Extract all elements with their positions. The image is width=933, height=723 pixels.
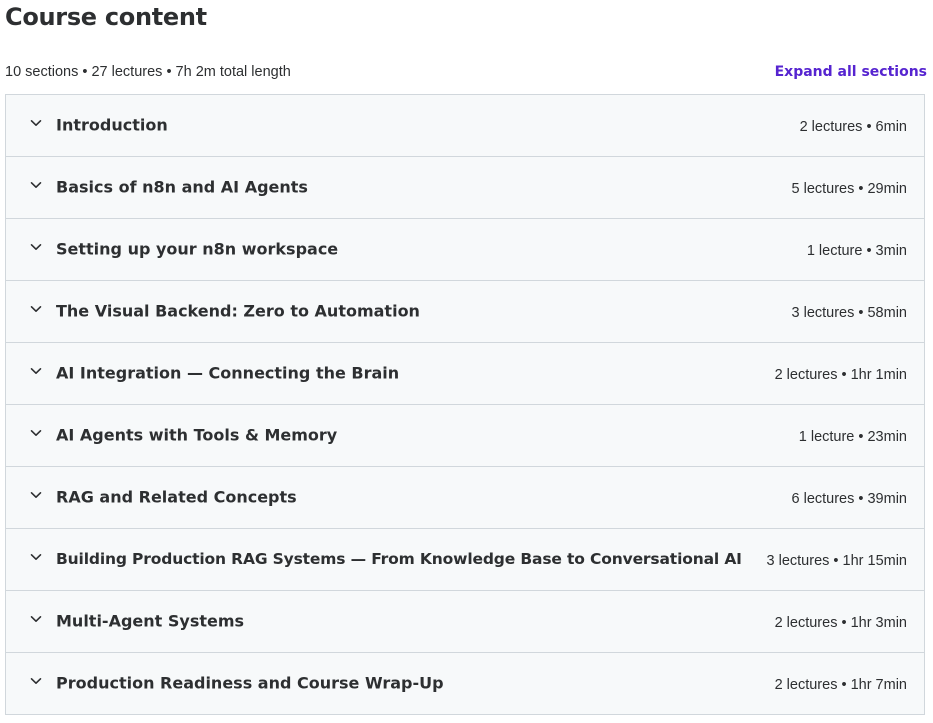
section-meta: 2 lectures • 1hr 3min [774, 614, 907, 631]
section-row[interactable]: Multi-Agent Systems 2 lectures • 1hr 3mi… [6, 591, 924, 653]
section-title: Multi-Agent Systems [56, 611, 245, 631]
expand-all-sections-button[interactable]: Expand all sections [775, 64, 927, 80]
section-title: Building Production RAG Systems — From K… [56, 549, 742, 568]
section-meta: 2 lectures • 6min [799, 118, 907, 135]
page-title: Course content [5, 3, 207, 31]
section-row[interactable]: The Visual Backend: Zero to Automation 3… [6, 281, 924, 343]
section-meta: 6 lectures • 39min [791, 490, 908, 507]
section-meta: 1 lecture • 3min [806, 242, 907, 259]
section-row[interactable]: AI Agents with Tools & Memory 1 lecture … [6, 405, 924, 467]
chevron-down-icon [30, 675, 42, 687]
section-row[interactable]: AI Integration — Connecting the Brain 2 … [6, 343, 924, 405]
summary-row: 10 sections • 27 lectures • 7h 2m total … [5, 62, 927, 82]
section-row[interactable]: Setting up your n8n workspace 1 lecture … [6, 219, 924, 281]
section-meta: 3 lectures • 58min [791, 304, 908, 321]
section-title: Basics of n8n and AI Agents [56, 177, 308, 197]
chevron-down-icon [30, 613, 42, 625]
chevron-down-icon [30, 365, 42, 377]
section-meta: 2 lectures • 1hr 7min [774, 676, 907, 693]
section-meta: 3 lectures • 1hr 15min [766, 552, 907, 569]
section-row[interactable]: Production Readiness and Course Wrap-Up … [6, 653, 924, 715]
section-meta: 1 lecture • 23min [798, 428, 907, 445]
section-row[interactable]: Basics of n8n and AI Agents 5 lectures •… [6, 157, 924, 219]
section-title: Introduction [56, 115, 168, 135]
section-row[interactable]: Building Production RAG Systems — From K… [6, 529, 924, 591]
chevron-down-icon [30, 551, 42, 563]
section-title: RAG and Related Concepts [56, 487, 297, 507]
chevron-down-icon [30, 489, 42, 501]
section-row[interactable]: Introduction 2 lectures • 6min [6, 95, 924, 157]
course-content-panel: Course content 10 sections • 27 lectures… [0, 0, 933, 723]
sections-list: Introduction 2 lectures • 6min Basics of… [5, 94, 925, 715]
section-row[interactable]: RAG and Related Concepts 6 lectures • 39… [6, 467, 924, 529]
course-summary: 10 sections • 27 lectures • 7h 2m total … [5, 64, 291, 80]
section-title: AI Agents with Tools & Memory [56, 425, 338, 445]
chevron-down-icon [30, 303, 42, 315]
chevron-down-icon [30, 241, 42, 253]
section-meta: 2 lectures • 1hr 1min [774, 366, 907, 383]
chevron-down-icon [30, 117, 42, 129]
section-title: The Visual Backend: Zero to Automation [56, 301, 420, 321]
section-title: Setting up your n8n workspace [56, 239, 339, 259]
chevron-down-icon [30, 179, 42, 191]
section-title: AI Integration — Connecting the Brain [56, 363, 400, 383]
section-meta: 5 lectures • 29min [791, 180, 908, 197]
section-title: Production Readiness and Course Wrap-Up [56, 673, 444, 693]
chevron-down-icon [30, 427, 42, 439]
